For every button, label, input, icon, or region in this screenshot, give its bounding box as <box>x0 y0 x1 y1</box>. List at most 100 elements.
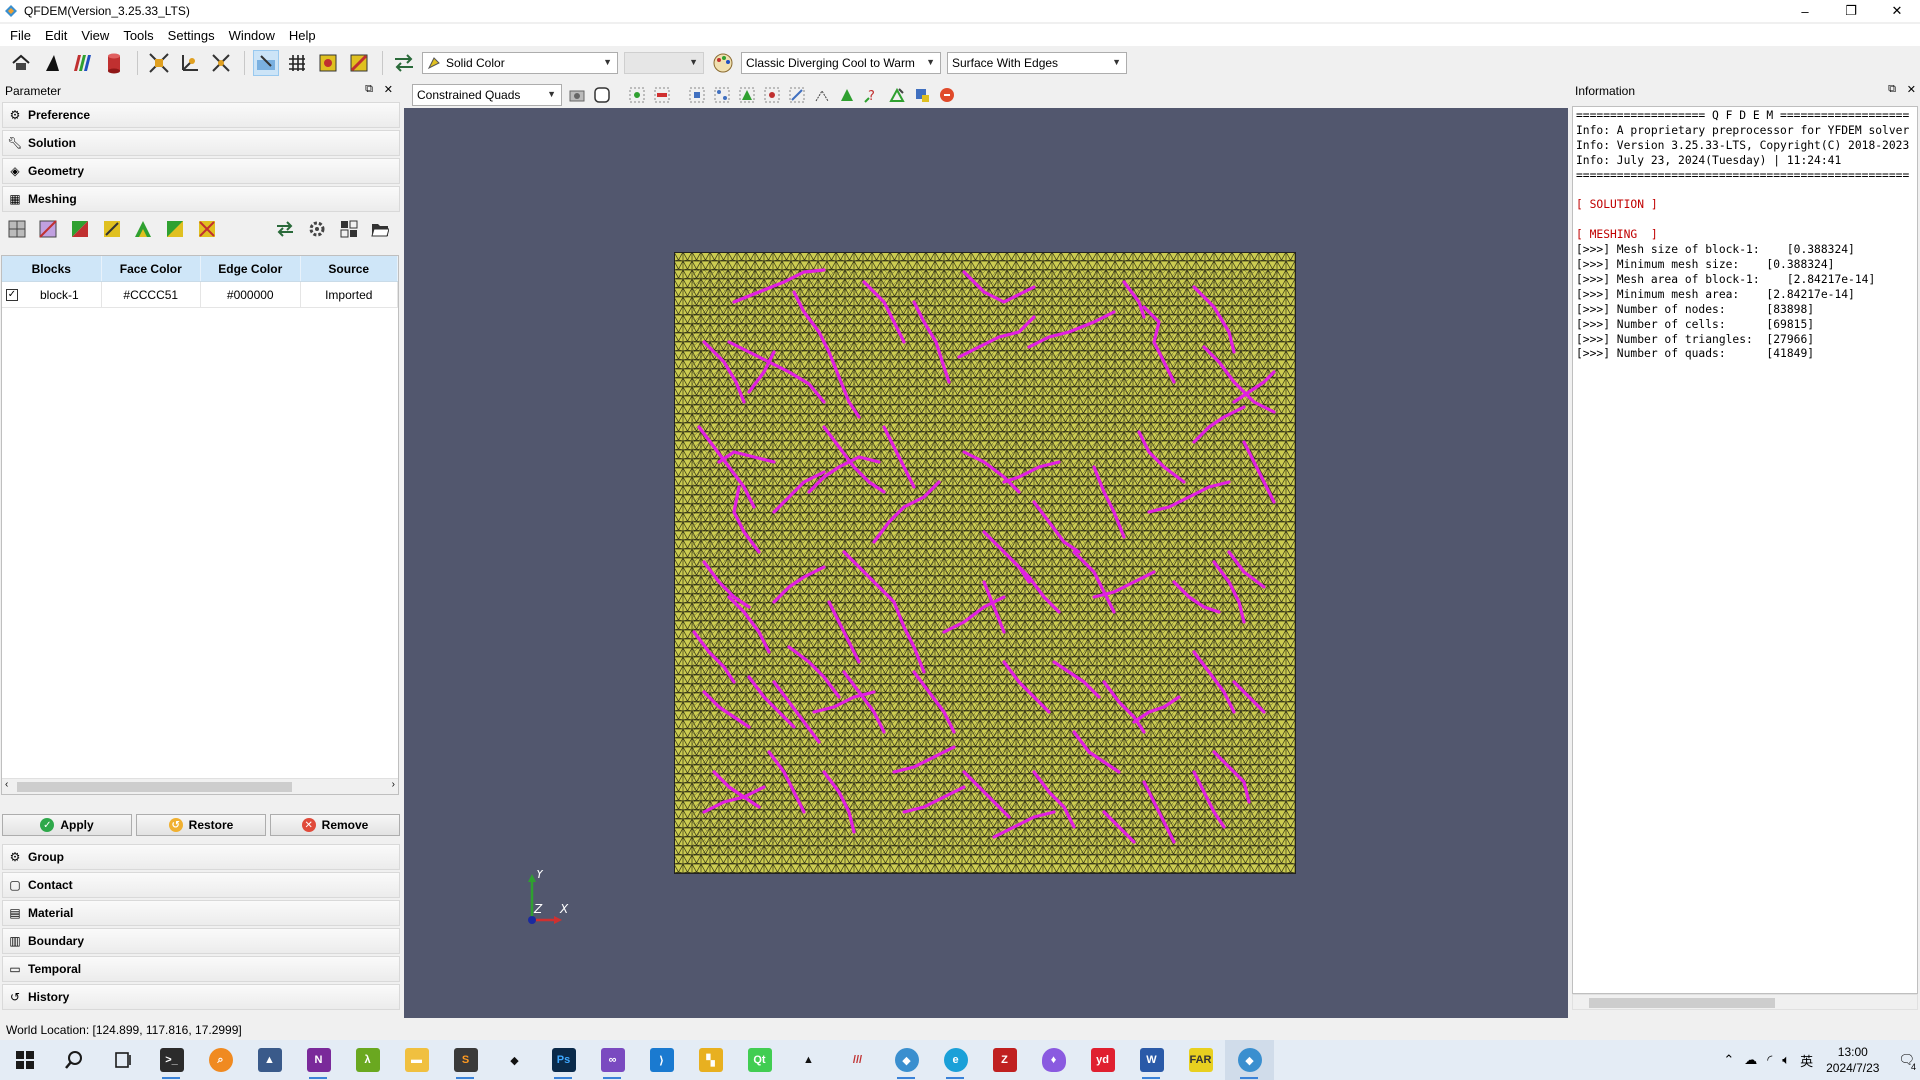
mesh-settings-button[interactable] <box>306 218 328 240</box>
clock[interactable]: 13:00 2024/7/23 <box>1826 1044 1879 1076</box>
scroll-right-icon[interactable]: › <box>392 779 395 790</box>
representation-select[interactable]: Surface With Edges ▼ <box>947 52 1127 74</box>
ime-indicator[interactable]: 英 <box>1800 1051 1813 1070</box>
taskbar-app-visual-studio[interactable]: ∞ <box>588 1040 637 1080</box>
volume-icon[interactable]: 🔈︎ <box>1782 1052 1790 1068</box>
section-material[interactable]: ▤ Material <box>2 900 400 926</box>
section-boundary[interactable]: ▥ Boundary <box>2 928 400 954</box>
maximize-button[interactable]: ❐ <box>1828 0 1874 22</box>
face-color-cell[interactable]: #CCCC51 <box>102 282 201 307</box>
swap-button[interactable] <box>391 50 417 76</box>
taskbar-app-qfdem-alt[interactable]: ◆ <box>882 1040 931 1080</box>
taskbar-app-gmsh[interactable]: ▲ <box>784 1040 833 1080</box>
palette-button[interactable] <box>710 50 736 76</box>
close-panel-icon[interactable]: ✕ <box>1907 83 1916 96</box>
column-header-face-color[interactable]: Face Color <box>102 256 201 281</box>
cloud-icon[interactable]: ☁ <box>1744 1052 1757 1068</box>
table-horizontal-scrollbar[interactable]: ‹ › <box>2 778 398 794</box>
section-temporal[interactable]: ▭ Temporal <box>2 956 400 982</box>
home-button[interactable] <box>8 50 34 76</box>
query-button[interactable]: ? <box>863 86 881 104</box>
wifi-icon[interactable]: ◜ <box>1767 1052 1772 1068</box>
taskbar-app-edge[interactable]: e <box>931 1040 980 1080</box>
task-view-button[interactable] <box>98 1040 147 1080</box>
mesh-tool-button[interactable] <box>101 218 123 240</box>
menu-settings[interactable]: Settings <box>161 28 222 43</box>
scroll-thumb[interactable] <box>1589 998 1775 1008</box>
export-selection-button[interactable] <box>913 86 931 104</box>
block-visibility-checkbox[interactable]: ✓ <box>6 288 18 301</box>
mesh-transfer-button[interactable] <box>275 218 297 240</box>
taskbar-app-qfdem[interactable]: ◆ <box>1225 1040 1274 1080</box>
taskbar-search[interactable] <box>49 1040 98 1080</box>
edge-color-cell[interactable]: #000000 <box>201 282 301 307</box>
mesh-tool-button[interactable] <box>6 218 28 240</box>
mesh-tool-button[interactable] <box>164 218 186 240</box>
select-tri-button[interactable] <box>738 86 756 104</box>
scroll-thumb[interactable] <box>17 782 292 792</box>
section-solution[interactable]: 🔧︎ Solution <box>2 130 400 156</box>
float-panel-icon[interactable]: ⧉ <box>365 83 373 96</box>
close-panel-icon[interactable]: ✕ <box>384 83 393 96</box>
taskbar-app-photoshop[interactable]: Ps <box>539 1040 588 1080</box>
column-header-edge-color[interactable]: Edge Color <box>201 256 301 281</box>
cylinder-button[interactable] <box>101 50 127 76</box>
mesh-tool-button[interactable] <box>69 218 91 240</box>
float-panel-icon[interactable]: ⧉ <box>1888 83 1896 96</box>
taskbar-app-inkscape[interactable]: ◆ <box>490 1040 539 1080</box>
taskbar-app-tiles[interactable]: ▚ <box>686 1040 735 1080</box>
close-button[interactable]: ✕ <box>1874 0 1920 22</box>
taskbar-app-qt-creator[interactable]: Qt <box>735 1040 784 1080</box>
taskbar-app-diamond[interactable]: ♦ <box>1029 1040 1078 1080</box>
mesh-tool-button[interactable] <box>196 218 218 240</box>
restore-button[interactable]: ↺ Restore <box>136 814 266 836</box>
remove-selection-button[interactable] <box>653 86 671 104</box>
select-points-button[interactable] <box>628 86 646 104</box>
surface-button[interactable] <box>39 50 65 76</box>
taskbar-app-vscode[interactable]: ⟩ <box>637 1040 686 1080</box>
select-edges-button[interactable] <box>788 86 806 104</box>
select-elements-button[interactable] <box>763 86 781 104</box>
menu-edit[interactable]: Edit <box>38 28 74 43</box>
pick-vertex-button[interactable] <box>813 86 831 104</box>
taskbar-app-far[interactable]: FAR <box>1176 1040 1225 1080</box>
taskbar-app-word[interactable]: W <box>1127 1040 1176 1080</box>
taskbar-app-terminal[interactable]: >_ <box>147 1040 196 1080</box>
section-preference[interactable]: ⚙ Preference <box>2 102 400 128</box>
taskbar-app-zip[interactable]: Z <box>980 1040 1029 1080</box>
mesh-type-select[interactable]: Constrained Quads ▼ <box>412 84 562 106</box>
camera-button[interactable] <box>568 86 586 104</box>
start-button[interactable] <box>0 1040 49 1080</box>
column-header-blocks[interactable]: Blocks <box>2 256 102 281</box>
reset-axes-button[interactable] <box>208 50 234 76</box>
tray-overflow-icon[interactable]: ⌃ <box>1723 1052 1734 1068</box>
image-button[interactable] <box>315 50 341 76</box>
taskbar-app-matlab[interactable]: /// <box>833 1040 882 1080</box>
render-viewport[interactable]: Y Z X <box>404 108 1568 1018</box>
color-map-select[interactable]: Classic Diverging Cool to Warm ▼ <box>741 52 941 74</box>
mesh-layout-button[interactable] <box>338 218 360 240</box>
taskbar-app-onenote[interactable]: N <box>294 1040 343 1080</box>
taskbar-app-sublime[interactable]: S <box>441 1040 490 1080</box>
column-header-source[interactable]: Source <box>301 256 398 281</box>
menu-tools[interactable]: Tools <box>116 28 160 43</box>
section-history[interactable]: ↺ History <box>2 984 400 1010</box>
menu-help[interactable]: Help <box>282 28 323 43</box>
menu-view[interactable]: View <box>74 28 116 43</box>
taskbar-app-youdao[interactable]: yd <box>1078 1040 1127 1080</box>
axes-button[interactable] <box>177 50 203 76</box>
minimize-button[interactable]: – <box>1782 0 1828 22</box>
apply-button[interactable]: ✓ Apply <box>2 814 132 836</box>
scroll-left-icon[interactable]: ‹ <box>5 779 8 790</box>
pick-face-button[interactable] <box>838 86 856 104</box>
remove-button[interactable]: ✕ Remove <box>270 814 400 836</box>
select-nodes-button[interactable] <box>713 86 731 104</box>
open-folder-button[interactable] <box>369 218 391 240</box>
mesh-block[interactable] <box>674 252 1296 874</box>
component-select[interactable]: ▼ <box>624 52 704 74</box>
menu-file[interactable]: File <box>3 28 38 43</box>
section-contact[interactable]: ▢ Contact <box>2 872 400 898</box>
mesh-tool-button[interactable] <box>38 218 60 240</box>
taskbar-app-cat[interactable]: ▲ <box>245 1040 294 1080</box>
menu-window[interactable]: Window <box>222 28 282 43</box>
